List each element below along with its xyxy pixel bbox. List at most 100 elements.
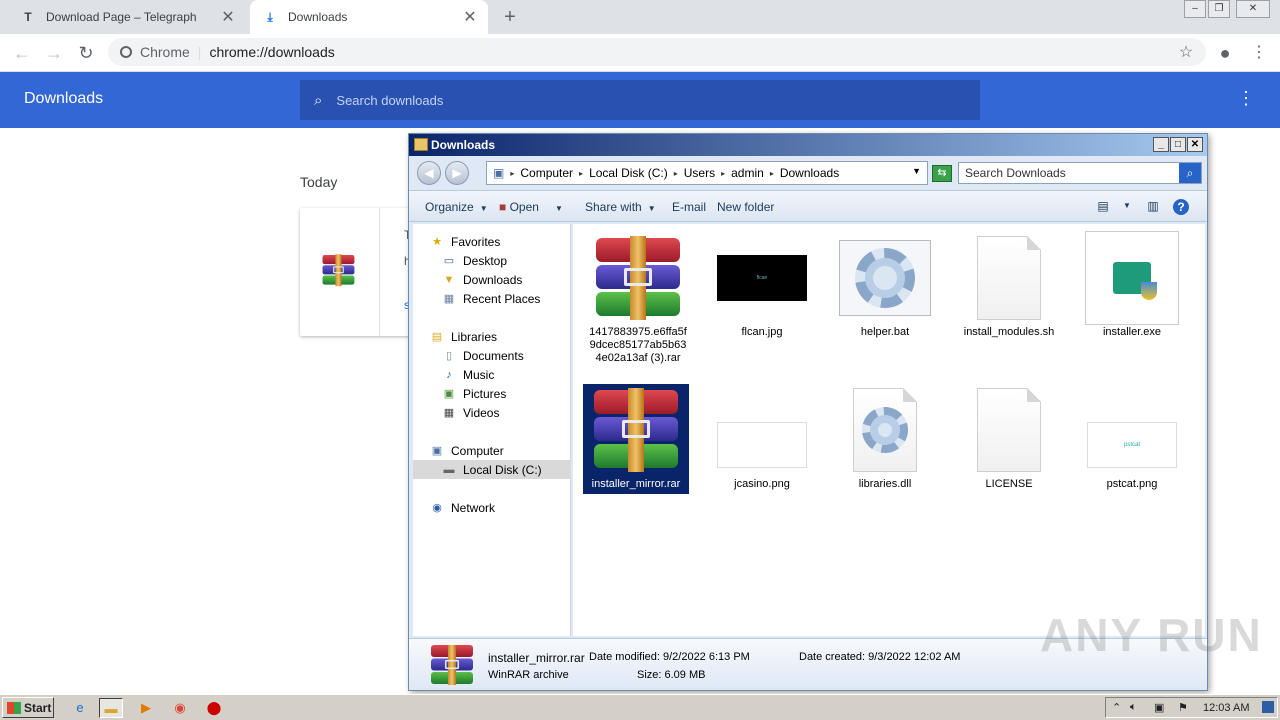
open-button[interactable]: ■ Open ▼ xyxy=(499,200,563,214)
library-icon: ▤ xyxy=(431,331,443,343)
file-item[interactable]: flcan flcan.jpg xyxy=(709,236,815,339)
new-folder-button[interactable]: New folder xyxy=(717,200,774,214)
tab-telegraph[interactable]: T Download Page – Telegraph ✕ xyxy=(8,0,246,34)
minimize-button[interactable]: _ xyxy=(1153,137,1169,152)
breadcrumb-localdisk[interactable]: Local Disk (C:) xyxy=(589,166,668,180)
restore-button[interactable]: ❐ xyxy=(1208,0,1230,18)
media-player-icon[interactable]: ▶ xyxy=(134,698,158,718)
breadcrumb[interactable]: ▣ ▸ Computer ▸ Local Disk (C:) ▸ Users ▸… xyxy=(486,161,928,185)
stop-icon[interactable]: ⬤ xyxy=(202,698,226,718)
explorer-taskbar-icon[interactable]: ▬ xyxy=(99,698,123,718)
details-filename: installer_mirror.rar xyxy=(488,651,585,665)
tab-downloads[interactable]: ⤓ Downloads ✕ xyxy=(250,0,488,34)
download-card[interactable]: T h s xyxy=(300,208,420,336)
profile-icon[interactable]: ● xyxy=(1214,42,1236,64)
help-icon[interactable]: ? xyxy=(1173,199,1189,215)
download-icon: ⤓ xyxy=(267,9,273,24)
menu-icon[interactable]: ⋮ xyxy=(1248,42,1270,64)
nav-downloads[interactable]: ▼ Downloads xyxy=(441,270,523,289)
command-bar: Organize ▼ ■ Open ▼ Share with ▼ E-mail New… xyxy=(409,190,1207,222)
section-today: Today xyxy=(300,174,338,190)
bookmark-star-icon[interactable]: ☆ xyxy=(1175,42,1197,64)
more-options-icon[interactable]: ⋮ xyxy=(1236,88,1256,109)
nav-desktop[interactable]: ▭ Desktop xyxy=(441,251,507,270)
flag-icon[interactable]: ⚑ xyxy=(1178,701,1188,714)
share-button[interactable]: Share with ▼ xyxy=(585,200,656,214)
file-item-selected[interactable]: installer_mirror.rar xyxy=(582,383,690,495)
close-tab-icon[interactable]: ✕ xyxy=(218,7,238,27)
chevron-down-icon[interactable]: ▼ xyxy=(1119,201,1135,215)
search-input[interactable] xyxy=(965,166,1175,180)
minimize-button[interactable]: – xyxy=(1184,0,1206,18)
nav-documents[interactable]: ▯ Documents xyxy=(441,346,524,365)
gear-icon xyxy=(832,236,938,320)
winrar-archive-icon xyxy=(429,645,475,685)
maximize-button[interactable]: □ xyxy=(1170,137,1186,152)
details-created: Date created: 9/3/2022 12:02 AM xyxy=(799,651,961,663)
network-tray-icon[interactable]: ▣ xyxy=(1154,701,1164,714)
file-item[interactable]: LICENSE xyxy=(956,388,1062,491)
back-icon[interactable]: ← xyxy=(10,41,34,65)
file-item[interactable]: pstcat pstcat.png xyxy=(1079,388,1185,491)
nav-label: Local Disk (C:) xyxy=(463,462,542,477)
organize-button[interactable]: Organize ▼ xyxy=(425,200,488,214)
breadcrumb-users[interactable]: Users xyxy=(684,166,715,180)
back-button[interactable]: ◀ xyxy=(417,161,441,185)
breadcrumb-downloads[interactable]: Downloads xyxy=(780,166,839,180)
close-window-button[interactable]: ✕ xyxy=(1236,0,1270,18)
file-item[interactable]: installer.exe xyxy=(1079,231,1185,339)
reload-icon[interactable]: ↻ xyxy=(74,41,98,65)
start-button[interactable]: Start xyxy=(2,697,54,718)
organize-label: Organize xyxy=(425,200,474,214)
nav-network[interactable]: ◉ Network xyxy=(429,498,495,517)
internet-explorer-icon[interactable]: e xyxy=(68,698,92,718)
volume-icon[interactable]: 🔈︎ xyxy=(1130,701,1137,714)
nav-computer[interactable]: ▣ Computer xyxy=(429,441,504,460)
nav-libraries[interactable]: ▤ Libraries xyxy=(429,327,497,346)
new-tab-button[interactable]: + xyxy=(498,5,522,29)
nav-label: Computer xyxy=(451,443,504,458)
nav-music[interactable]: ♪ Music xyxy=(441,365,494,384)
search-input[interactable] xyxy=(336,92,937,108)
url-text: chrome://downloads xyxy=(209,44,335,60)
nav-videos[interactable]: ▦ Videos xyxy=(441,403,500,422)
show-desktop-icon[interactable] xyxy=(1262,701,1274,713)
downloads-search[interactable]: ⌕ xyxy=(300,80,980,120)
chrome-icon xyxy=(120,46,132,58)
explorer-search[interactable]: ⌕ xyxy=(958,162,1202,184)
file-item[interactable]: 1417883975.e6ffa5f9dcec85177ab5b634e02a1… xyxy=(585,236,691,365)
view-icon[interactable]: ▤ xyxy=(1095,199,1111,213)
nav-localdisk[interactable]: ▬ Local Disk (C:) xyxy=(413,460,571,479)
file-item[interactable]: jcasino.png xyxy=(709,388,815,491)
nav-recent[interactable]: ▦ Recent Places xyxy=(441,289,541,308)
nav-favorites[interactable]: ★ Favorites xyxy=(429,232,500,251)
videos-icon: ▦ xyxy=(443,407,455,419)
file-name: LICENSE xyxy=(985,478,1033,490)
file-name: 1417883975.e6ffa5f9dcec85177ab5b634e02a1… xyxy=(589,326,687,364)
breadcrumb-computer[interactable]: Computer xyxy=(520,166,573,180)
file-item[interactable]: install_modules.sh xyxy=(956,236,1062,339)
details-size: Size: 6.09 MB xyxy=(637,669,706,681)
file-item[interactable]: libraries.dll xyxy=(832,388,938,491)
file-list: 1417883975.e6ffa5f9dcec85177ab5b634e02a1… xyxy=(573,224,1205,636)
explorer-titlebar[interactable]: Downloads _ □ ✕ xyxy=(409,134,1207,156)
preview-pane-icon[interactable]: ▥ xyxy=(1145,199,1161,213)
close-button[interactable]: ✕ xyxy=(1187,137,1203,152)
chevron-up-icon[interactable]: ⌃ xyxy=(1112,701,1121,714)
nav-pictures[interactable]: ▣ Pictures xyxy=(441,384,507,403)
chevron-down-icon[interactable]: ▼ xyxy=(912,166,921,176)
email-button[interactable]: E-mail xyxy=(672,200,706,214)
chevron-right-icon: ▸ xyxy=(510,168,515,178)
computer-icon: ▣ xyxy=(431,445,443,457)
address-bar[interactable]: Chrome | chrome://downloads xyxy=(108,38,1206,66)
breadcrumb-admin[interactable]: admin xyxy=(731,166,764,180)
refresh-icon[interactable]: ⇆ xyxy=(932,165,952,182)
file-item[interactable]: helper.bat xyxy=(832,236,938,339)
forward-button[interactable]: ▶ xyxy=(445,161,469,185)
search-icon[interactable]: ⌕ xyxy=(1179,163,1201,183)
chrome-taskbar-icon[interactable]: ◉ xyxy=(168,698,192,718)
tab-strip: T Download Page – Telegraph ✕ ⤓ Download… xyxy=(0,0,1280,34)
close-tab-icon[interactable]: ✕ xyxy=(460,7,480,27)
tab-title: Downloads xyxy=(288,10,348,24)
forward-icon[interactable]: → xyxy=(42,41,66,65)
